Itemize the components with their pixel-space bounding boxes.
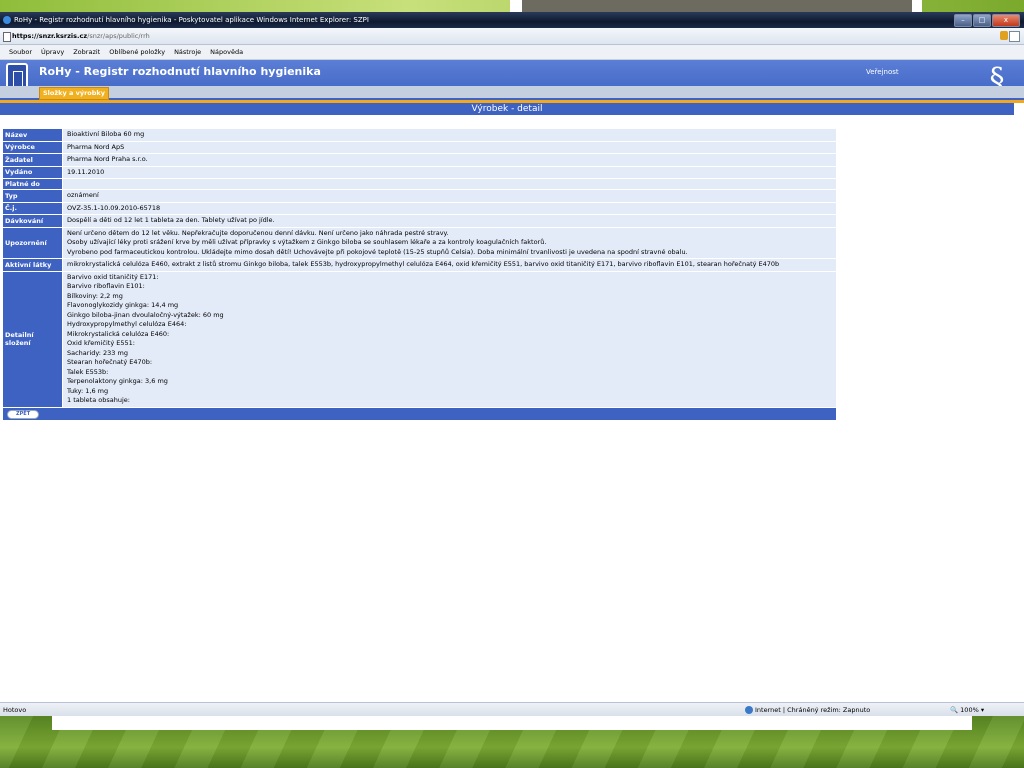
browser-window: RoHy - Registr rozhodnutí hlavního hygie… (0, 12, 1024, 717)
minimize-button[interactable]: – (954, 14, 972, 27)
address-path: /snzr/aps/public/rrh (87, 32, 150, 40)
title-bar: RoHy - Registr rozhodnutí hlavního hygie… (0, 12, 1024, 28)
row-value (63, 179, 836, 189)
table-row: Název Bioaktivní Biloba 60 mg (3, 129, 836, 141)
table-row: Dávkování Dospělí a děti od 12 let 1 tab… (3, 215, 836, 227)
slide-frame-bottom (52, 716, 972, 730)
status-bar: Hotovo Internet | Chráněný režim: Zapnut… (0, 702, 1024, 717)
window-controls: – □ x (954, 14, 1020, 27)
menu-view[interactable]: Zobrazit (73, 45, 100, 59)
row-label: Upozornění (3, 227, 62, 258)
row-value: Dospělí a děti od 12 let 1 tableta za de… (63, 215, 836, 227)
row-value: OVZ-35.1-10.09.2010-65718 (63, 202, 836, 214)
detail-table: Název Bioaktivní Biloba 60 mg Výrobce Ph… (3, 129, 836, 420)
zoom-level: 100% (960, 706, 979, 714)
row-value: 19.11.2010 (63, 166, 836, 178)
row-value: Pharma Nord Praha s.r.o. (63, 154, 836, 166)
menu-tools[interactable]: Nástroje (174, 45, 201, 59)
row-label: Vydáno (3, 166, 62, 178)
security-zone[interactable]: Internet | Chráněný režim: Zapnuto (745, 703, 870, 717)
slide-frame-top-dark (522, 0, 912, 12)
table-row: Žadatel Pharma Nord Praha s.r.o. (3, 154, 836, 166)
feed-icon[interactable] (1009, 31, 1020, 42)
window-title: RoHy - Registr rozhodnutí hlavního hygie… (14, 16, 369, 24)
row-value: Pharma Nord ApS (63, 141, 836, 153)
row-value: Není určeno dětem do 12 let věku. Nepřek… (63, 227, 836, 258)
row-value: mikrokrystalická celulóza E460, extrakt … (63, 259, 836, 271)
row-value: Bioaktivní Biloba 60 mg (63, 129, 836, 141)
back-button[interactable]: ZPĚT (7, 409, 40, 419)
table-row: Vydáno 19.11.2010 (3, 166, 836, 178)
user-role: Veřejnost (866, 68, 899, 76)
address-bar[interactable]: https://snzr.ksrzis.cz/snzr/aps/public/r… (0, 28, 1024, 45)
table-row: Detailní složení Barvivo oxid titaničitý… (3, 271, 836, 407)
row-value: oznámení (63, 190, 836, 202)
maximize-button[interactable]: □ (973, 14, 991, 27)
table-row: Typ oznámení (3, 190, 836, 202)
menu-file[interactable]: Soubor (9, 45, 32, 59)
back-bar: ZPĚT (3, 407, 836, 420)
app-header: RoHy - Registr rozhodnutí hlavního hygie… (0, 60, 1024, 100)
menu-bar: Soubor Úpravy Zobrazit Oblíbené položky … (0, 45, 1024, 60)
zone-text: Internet | Chráněný režim: Zapnuto (755, 706, 871, 714)
tab-folders-products[interactable]: Složky a výrobky (39, 87, 109, 100)
address-host: https://snzr.ksrzis.cz (12, 32, 88, 40)
row-label: Č.j. (3, 202, 62, 214)
menu-favorites[interactable]: Oblíbené položky (109, 45, 165, 59)
row-label: Název (3, 129, 62, 141)
menu-edit[interactable]: Úpravy (41, 45, 64, 59)
section-title: Výrobek - detail (0, 103, 1014, 115)
ie-icon (3, 16, 11, 24)
table-row: Č.j. OVZ-35.1-10.09.2010-65718 (3, 202, 836, 214)
row-label: Aktivní látky (3, 259, 62, 271)
row-value: Barvivo oxid titaničitý E171: Barvivo ri… (63, 271, 836, 407)
close-button[interactable]: x (992, 14, 1020, 27)
table-row: Aktivní látky mikrokrystalická celulóza … (3, 259, 836, 271)
lock-icon[interactable] (1000, 31, 1008, 40)
zoom-control[interactable]: 🔍 100% ▾ (950, 703, 984, 717)
globe-icon (745, 706, 753, 714)
status-text: Hotovo (3, 706, 27, 714)
row-label: Detailní složení (3, 271, 62, 407)
table-row: Výrobce Pharma Nord ApS (3, 141, 836, 153)
table-row: Platné do (3, 179, 836, 189)
row-label: Žadatel (3, 154, 62, 166)
page-icon (3, 32, 11, 42)
row-label: Dávkování (3, 215, 62, 227)
row-label: Platné do (3, 179, 62, 189)
row-label: Výrobce (3, 141, 62, 153)
app-title: RoHy - Registr rozhodnutí hlavního hygie… (39, 65, 321, 78)
table-row: Upozornění Není určeno dětem do 12 let v… (3, 227, 836, 258)
menu-help[interactable]: Nápověda (210, 45, 243, 59)
tab-strip (0, 86, 1024, 98)
row-label: Typ (3, 190, 62, 202)
